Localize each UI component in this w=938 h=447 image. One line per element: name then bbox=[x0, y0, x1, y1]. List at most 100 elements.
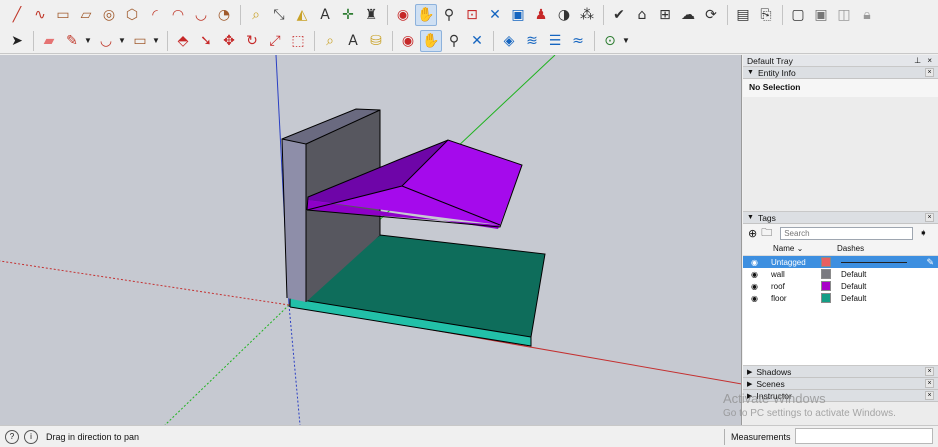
look-around-icon[interactable]: ◑ bbox=[553, 4, 575, 26]
walk-icon[interactable]: ⁂ bbox=[576, 4, 598, 26]
push-pull-icon[interactable]: ⬘ bbox=[172, 30, 194, 52]
tag-row[interactable]: ◉ Untagged ✎ bbox=[743, 256, 938, 268]
pan-2-icon[interactable]: ✋ bbox=[420, 29, 442, 52]
model-info-icon[interactable]: ✔ bbox=[608, 4, 630, 26]
close-panel-icon[interactable]: × bbox=[925, 367, 934, 376]
cloud-icon[interactable]: ☁ bbox=[677, 4, 699, 26]
name-column-header[interactable]: Name ⌄ bbox=[773, 244, 813, 253]
measurements-input[interactable] bbox=[795, 428, 933, 444]
tag-color-swatch[interactable] bbox=[821, 257, 831, 267]
tag-dash-style[interactable]: Default bbox=[841, 294, 866, 303]
tag-color-swatch[interactable] bbox=[821, 281, 831, 291]
geo-location-status-icon[interactable]: ? bbox=[5, 429, 19, 444]
dimension-tool-icon[interactable]: ⤡ bbox=[268, 4, 290, 26]
extension-warehouse-icon[interactable]: ⊞ bbox=[654, 4, 676, 26]
visibility-eye-icon[interactable]: ◉ bbox=[751, 258, 765, 267]
add-tag-icon[interactable]: ⊕ bbox=[748, 227, 757, 240]
three-point-arc-icon[interactable]: ◡ bbox=[190, 4, 212, 26]
follow-me-icon[interactable]: ➘ bbox=[195, 30, 217, 52]
arc-tool-icon[interactable]: ◜ bbox=[144, 4, 166, 26]
material-window-icon[interactable]: ◫ bbox=[833, 4, 855, 26]
active-tag-pencil-icon[interactable]: ✎ bbox=[926, 257, 934, 268]
axes-tool-icon[interactable]: ✛ bbox=[337, 4, 359, 26]
paint-bucket-icon[interactable]: ⛁ bbox=[365, 30, 387, 52]
orbit-2-icon[interactable]: ◉ bbox=[397, 30, 419, 52]
tag-row[interactable]: ◉ roof Default bbox=[743, 280, 938, 292]
dashes-column-header[interactable]: Dashes bbox=[837, 244, 864, 253]
lock-icon[interactable]: 🔒︎ bbox=[856, 4, 878, 26]
3d-text-icon[interactable]: ♜ bbox=[360, 4, 382, 26]
arc-dropdown-icon[interactable]: ◡ bbox=[95, 30, 117, 52]
rotated-rectangle-icon[interactable]: ▱ bbox=[75, 4, 97, 26]
dropdown-caret-icon[interactable]: ▼ bbox=[84, 36, 92, 45]
sync-icon[interactable]: ⟳ bbox=[700, 4, 722, 26]
dropdown-caret-icon[interactable]: ▼ bbox=[622, 36, 630, 45]
tag-search-input[interactable] bbox=[780, 226, 914, 240]
protractor-icon[interactable]: ◭ bbox=[291, 4, 313, 26]
panel-header-scenes[interactable]: ▶ Scenes × bbox=[743, 378, 938, 390]
solid-tools-icon[interactable]: ◈ bbox=[498, 30, 520, 52]
tags-header[interactable]: ▼ Tags × bbox=[743, 212, 938, 224]
tag-row[interactable]: ◉ wall Default bbox=[743, 268, 938, 280]
close-panel-icon[interactable]: × bbox=[925, 379, 934, 388]
warehouse-icon[interactable]: ⌂ bbox=[631, 4, 653, 26]
share-model-icon[interactable]: ⎘ bbox=[755, 4, 777, 26]
tag-dash-style[interactable]: Default bbox=[841, 270, 866, 279]
text-label-icon[interactable]: A bbox=[342, 30, 364, 52]
drape-icon[interactable]: ≈ bbox=[567, 30, 589, 52]
zoom-window-icon[interactable]: ⊡ bbox=[461, 4, 483, 26]
info-status-icon[interactable]: i bbox=[24, 429, 38, 444]
tray-pin-close-icons[interactable]: ⊥ × bbox=[914, 56, 934, 65]
tape-measure-icon[interactable]: ⌕ bbox=[245, 4, 267, 26]
scale-icon[interactable]: ⤢ bbox=[264, 30, 286, 52]
entity-info-header[interactable]: ▼ Entity Info × bbox=[743, 67, 938, 79]
previous-view-icon[interactable]: ▣ bbox=[507, 4, 529, 26]
tag-dash-style[interactable]: Default bbox=[841, 282, 866, 291]
geo-location-icon[interactable]: ⊙ bbox=[599, 30, 621, 52]
tags-details-icon[interactable]: ➧ bbox=[919, 228, 927, 239]
zoom-icon[interactable]: ⚲ bbox=[438, 4, 460, 26]
visibility-eye-icon[interactable]: ◉ bbox=[751, 270, 765, 279]
eraser-icon[interactable]: ▰ bbox=[38, 30, 60, 52]
polygon-tool-icon[interactable]: ⬡ bbox=[121, 4, 143, 26]
layout-send-icon[interactable]: ▤ bbox=[732, 4, 754, 26]
offset-icon[interactable]: ⬚ bbox=[287, 30, 309, 52]
close-panel-icon[interactable]: × bbox=[925, 68, 934, 77]
tag-row[interactable]: ◉ floor Default bbox=[743, 292, 938, 304]
pie-tool-icon[interactable]: ◔ bbox=[213, 4, 235, 26]
pencil-icon[interactable]: ✎ bbox=[61, 30, 83, 52]
zoom-extents-icon[interactable]: ✕ bbox=[484, 4, 506, 26]
freehand-tool-icon[interactable]: ∿ bbox=[29, 4, 51, 26]
sandbox-icon[interactable]: ≋ bbox=[521, 30, 543, 52]
tape-measure-2-icon[interactable]: ⌕ bbox=[319, 30, 341, 52]
move-icon[interactable]: ✥ bbox=[218, 30, 240, 52]
window-icon[interactable]: ▢ bbox=[787, 4, 809, 26]
panel-header-shadows[interactable]: ▶ Shadows × bbox=[743, 366, 938, 378]
text-tool-icon[interactable]: A bbox=[314, 4, 336, 26]
line-tool-icon[interactable]: ╱ bbox=[6, 4, 28, 26]
select-arrow-icon[interactable]: ➤ bbox=[6, 30, 28, 52]
add-folder-icon[interactable]: 🗀︎ bbox=[761, 224, 772, 243]
close-panel-icon[interactable]: × bbox=[925, 391, 934, 400]
rotate-icon[interactable]: ↻ bbox=[241, 30, 263, 52]
shape-dropdown-icon[interactable]: ▭ bbox=[129, 30, 151, 52]
tag-color-swatch[interactable] bbox=[821, 293, 831, 303]
position-camera-icon[interactable]: ♟ bbox=[530, 4, 552, 26]
wall-front[interactable] bbox=[282, 139, 306, 302]
visibility-eye-icon[interactable]: ◉ bbox=[751, 294, 765, 303]
two-point-arc-icon[interactable]: ◠ bbox=[167, 4, 189, 26]
orbit-icon[interactable]: ◉ bbox=[392, 4, 414, 26]
drawing-viewport[interactable] bbox=[0, 55, 742, 425]
visibility-eye-icon[interactable]: ◉ bbox=[751, 282, 765, 291]
dropdown-caret-icon[interactable]: ▼ bbox=[152, 36, 160, 45]
component-window-icon[interactable]: ▣ bbox=[810, 4, 832, 26]
pan-hand-icon[interactable]: ✋ bbox=[415, 4, 437, 26]
circle-tool-icon[interactable]: ◎ bbox=[98, 4, 120, 26]
close-panel-icon[interactable]: × bbox=[925, 213, 934, 222]
zoom-2-icon[interactable]: ⚲ bbox=[443, 30, 465, 52]
dropdown-caret-icon[interactable]: ▼ bbox=[118, 36, 126, 45]
stamp-icon[interactable]: ☰ bbox=[544, 30, 566, 52]
rectangle-tool-icon[interactable]: ▭ bbox=[52, 4, 74, 26]
zoom-extents-2-icon[interactable]: ✕ bbox=[466, 30, 488, 52]
tag-dash-line[interactable] bbox=[841, 261, 907, 263]
